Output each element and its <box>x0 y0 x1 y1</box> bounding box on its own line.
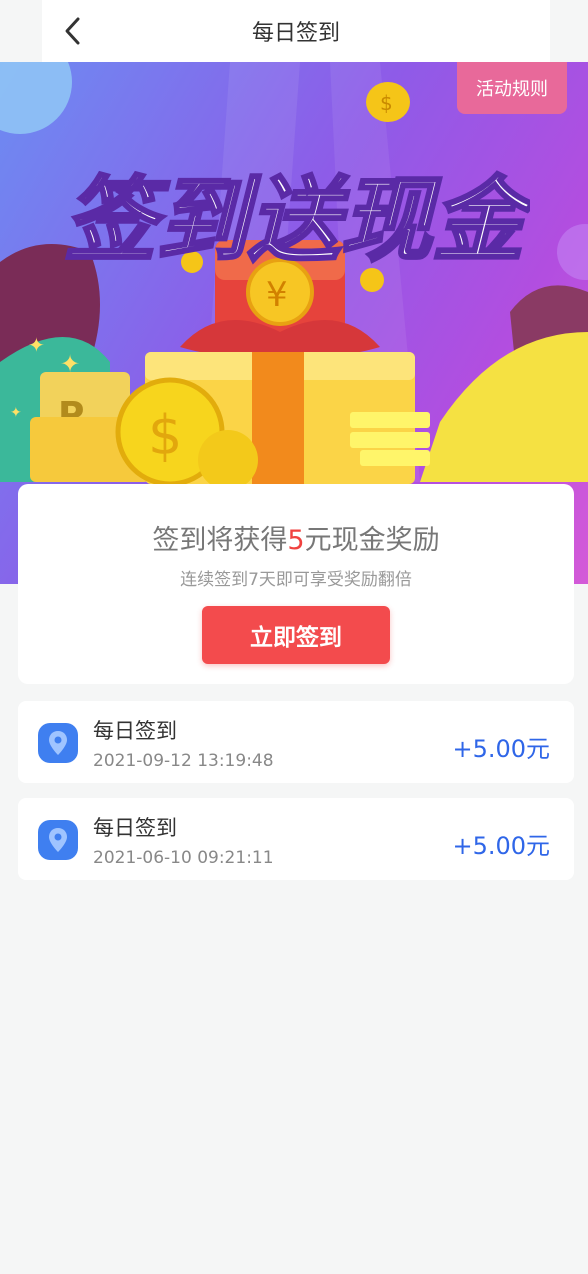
list-item: 每日签到 2021-09-12 13:19:48 +5.00元 <box>18 701 574 783</box>
svg-text:$: $ <box>380 91 393 115</box>
sign-in-now-button[interactable]: 立即签到 <box>202 606 390 664</box>
svg-text:✦: ✦ <box>10 405 22 421</box>
record-name: 每日签到 <box>93 816 177 840</box>
reward-text-suffix: 元现金奖励 <box>304 525 440 556</box>
top-nav-bar: 每日签到 <box>42 0 550 62</box>
page-title: 每日签到 <box>251 21 340 46</box>
record-value: +5.00元 <box>452 735 550 763</box>
location-pin-icon <box>38 723 78 763</box>
activity-rules-button[interactable]: 活动规则 <box>457 62 567 114</box>
banner-headline: 签到送现金 <box>63 166 531 276</box>
record-value: +5.00元 <box>452 832 550 860</box>
svg-text:✦: ✦ <box>28 333 45 357</box>
record-time: 2021-09-12 13:19:48 <box>93 751 274 771</box>
reward-amount: 5 <box>287 525 305 556</box>
reward-subtext: 连续签到7天即可享受奖励翻倍 <box>180 570 412 590</box>
record-time: 2021-06-10 09:21:11 <box>93 848 274 868</box>
back-button[interactable] <box>56 14 90 48</box>
chevron-left-icon <box>65 17 80 45</box>
svg-text:签到送现金: 签到送现金 <box>64 167 530 274</box>
svg-text:✦: ✦ <box>60 350 80 378</box>
location-pin-icon <box>38 820 78 860</box>
reward-card: 签到将获得5元现金奖励 连续签到7天即可享受奖励翻倍 立即签到 <box>18 484 574 684</box>
svg-text:$: $ <box>148 404 182 467</box>
record-name: 每日签到 <box>93 719 177 743</box>
reward-text: 签到将获得5元现金奖励 <box>18 518 574 557</box>
reward-text-prefix: 签到将获得 <box>152 525 288 556</box>
list-item: 每日签到 2021-06-10 09:21:11 +5.00元 <box>18 798 574 880</box>
